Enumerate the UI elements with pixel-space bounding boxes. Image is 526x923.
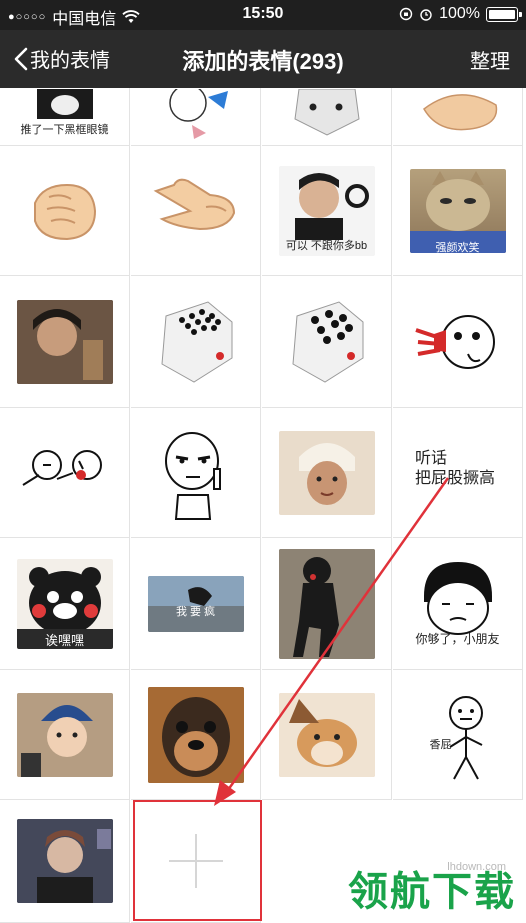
sticker-victory-hand-emoji (153, 178, 235, 230)
sticker-cell[interactable] (0, 670, 130, 800)
sticker-cell[interactable] (262, 538, 392, 670)
sticker-cell[interactable] (0, 800, 130, 923)
orientation-lock-icon (399, 7, 413, 21)
sticker-photo-shiba-dog (278, 692, 375, 777)
organize-button[interactable]: 整理 (470, 45, 510, 74)
highlight-box (133, 800, 262, 921)
status-bar: ●○○○○ 中国电信 15:50 100% (0, 0, 526, 30)
sticker-cell[interactable]: 香屁 (393, 670, 523, 800)
sticker-cell[interactable]: 我 要 疯 (131, 538, 261, 670)
sticker-text-line-2: 把屁股撅高 (415, 470, 496, 487)
sticker-cell[interactable] (393, 276, 523, 408)
sticker-photo-man-turban (278, 430, 375, 515)
battery-icon (486, 6, 522, 22)
sticker-two-faces-fighting (21, 449, 102, 486)
sticker-photo-dog-close-up (147, 686, 244, 783)
sticker-caption: 香屁 (429, 739, 452, 751)
battery-percent: 100% (439, 5, 480, 22)
sticker-cell[interactable] (0, 276, 130, 408)
sticker-cell[interactable] (131, 146, 261, 276)
sticker-grid: 推了一下黑框眼镜 可以 不跟你多bb 强颜欢笑 听话 把屁股撅高 诶嘿嘿 我 要… (0, 88, 526, 923)
sticker-cell[interactable] (262, 408, 392, 538)
sticker-cell[interactable] (131, 88, 261, 146)
sticker-cell[interactable] (0, 408, 130, 538)
sticker-cell[interactable] (262, 276, 392, 408)
watermark: lhdown.com 领航下载 (348, 859, 516, 917)
sticker-cell[interactable]: 你够了，小朋友 (393, 538, 523, 670)
sticker-dice-many-dots (160, 300, 232, 383)
sticker-caption: 你够了，小朋友 (415, 632, 500, 646)
sticker-cell[interactable]: 听话 把屁股撅高 (393, 408, 523, 538)
sticker-hand-gesture (422, 94, 497, 131)
sticker-caption: 可以 不跟你多bb (285, 240, 368, 252)
nav-bar: 我的表情 添加的表情(293) 整理 (0, 30, 526, 88)
sticker-rage-face-middle-finger (164, 431, 221, 520)
sticker-cell[interactable]: 诶嘿嘿 (0, 538, 130, 670)
sticker-cell[interactable] (262, 670, 392, 800)
sticker-dice-nine-dots (291, 300, 363, 383)
sticker-photo-man-headset (16, 819, 113, 903)
sticker-caption: 诶嘿嘿 (44, 633, 84, 648)
sticker-cell[interactable] (393, 88, 523, 146)
watermark-url: lhdown.com (447, 861, 506, 873)
sticker-photo-kumamon-dance (278, 548, 375, 659)
sticker-dice (293, 89, 360, 136)
sticker-photo-baby-cap (16, 692, 113, 777)
sticker-cell[interactable]: 强颜欢笑 (393, 146, 523, 276)
sticker-cell[interactable] (0, 146, 130, 276)
sticker-cell[interactable]: 可以 不跟你多bb (262, 146, 392, 276)
sticker-cell[interactable]: 推了一下黑框眼镜 (0, 88, 130, 146)
sticker-photo-girl (16, 299, 113, 384)
alarm-icon (420, 9, 432, 21)
sticker-slap-face (414, 314, 495, 369)
status-right: 100% (399, 5, 522, 23)
page-title: 添加的表情(293) (182, 49, 344, 74)
sticker-cell[interactable] (131, 408, 261, 538)
sticker-cell[interactable] (131, 276, 261, 408)
sticker-fist-emoji (33, 183, 96, 240)
sticker-cell[interactable] (262, 88, 392, 146)
sticker-cartoon-character (168, 89, 228, 139)
sticker-caption: 推了一下黑框眼镜 (20, 124, 109, 136)
sticker-caption: 强颜欢笑 (435, 242, 480, 254)
sticker-cell[interactable] (131, 670, 261, 800)
sticker-stick-figure-fart (448, 695, 483, 779)
sticker-caption: 我 要 疯 (175, 606, 216, 618)
